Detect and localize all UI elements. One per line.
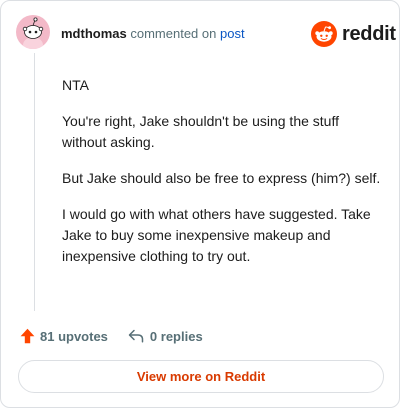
reddit-snoo-avatar-icon [22,17,44,49]
comment-paragraph: I would go with what others have suggest… [62,206,371,264]
view-more-on-reddit-button[interactable]: View more on Reddit [18,360,384,393]
comment-body: NTA You're right, Jake shouldn't be usin… [62,75,382,282]
reply-icon [128,329,144,343]
post-link[interactable]: post [220,26,245,41]
comment-header: mdthomas commented on post [61,25,245,43]
comment-paragraph: You're right, Jake shouldn't be using th… [62,113,339,150]
reddit-logo[interactable]: reddit [311,21,396,47]
embedded-comment-card: mdthomas commented on post reddit NTA Yo… [0,0,400,408]
upvote-button[interactable]: 81 upvotes [20,328,108,344]
commented-on-text: commented on [130,26,217,41]
reddit-alien-icon [311,21,337,47]
upvote-count: 81 upvotes [40,328,108,344]
comment-paragraph: NTA [62,77,89,93]
reply-button[interactable]: 0 replies [128,329,203,344]
reply-count: 0 replies [149,328,203,344]
reddit-wordmark: reddit [342,22,396,45]
avatar[interactable] [16,15,50,49]
comment-actions: 81 upvotes 0 replies [20,325,203,347]
thread-line [34,53,35,311]
username-link[interactable]: mdthomas [61,26,127,41]
upvote-arrow-icon [20,328,35,344]
comment-paragraph: But Jake should also be free to express … [62,170,381,186]
